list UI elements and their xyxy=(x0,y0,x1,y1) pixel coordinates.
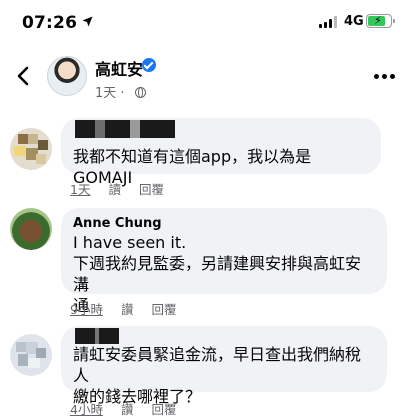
comment-actions: 1天 讀 回覆 xyxy=(70,179,178,198)
comment-bubble: 我都不知道有這個app，我以為是 GOMAJI xyxy=(61,118,381,187)
network-type: 4G xyxy=(344,14,364,29)
comment-time[interactable]: 1天 xyxy=(70,182,90,197)
comment-actions: 4小時 讚 回覆 xyxy=(70,399,190,418)
author-name[interactable] xyxy=(75,328,119,344)
author-name[interactable] xyxy=(75,120,175,138)
verified-badge-icon xyxy=(142,58,156,72)
location-arrow-icon xyxy=(82,16,93,27)
comment-bubble: 請虹安委員緊追金流，早日查出我們納稅人 繳的錢去哪裡了？ xyxy=(61,326,387,406)
globe-icon xyxy=(134,87,146,98)
post-header: 高虹安 1天 · xyxy=(0,44,408,110)
commenter-avatar[interactable] xyxy=(10,334,52,376)
cellular-signal-icon xyxy=(319,16,337,28)
author-name[interactable]: Anne Chung xyxy=(73,216,375,232)
post-time: 1天 · xyxy=(95,86,125,101)
charging-bolt-icon: ⚡ xyxy=(374,14,382,27)
reply-button[interactable]: 回覆 xyxy=(151,302,176,317)
like-button[interactable]: 讀 xyxy=(108,182,121,197)
status-time: 07:26 xyxy=(22,13,78,33)
more-options-icon[interactable] xyxy=(374,74,396,80)
comment-text: 請虹安委員緊追金流，早日查出我們納稅人 繳的錢去哪裡了？ xyxy=(73,345,362,406)
page-name[interactable]: 高虹安 xyxy=(95,56,143,80)
comment-bubble: Anne Chung I have seen it. 下週我約見監委，另請建興安… xyxy=(61,208,387,315)
post-meta: 1天 · xyxy=(95,82,146,101)
commenter-avatar[interactable] xyxy=(10,208,52,250)
comment-time[interactable]: 4小時 xyxy=(70,402,103,417)
commenter-avatar[interactable] xyxy=(10,128,52,170)
page-avatar[interactable] xyxy=(47,56,87,96)
reply-button[interactable]: 回覆 xyxy=(139,182,164,197)
status-bar: 07:26 4G ⚡ xyxy=(0,0,408,44)
like-button[interactable]: 讚 xyxy=(121,302,134,317)
comment-time[interactable]: 9小時 xyxy=(70,302,103,317)
reply-button[interactable]: 回覆 xyxy=(151,402,176,417)
comment-actions: 9小時 讚 回覆 xyxy=(70,299,190,318)
back-chevron-icon[interactable] xyxy=(16,66,30,86)
battery-icon: ⚡ xyxy=(366,14,395,28)
like-button[interactable]: 讚 xyxy=(121,402,134,417)
